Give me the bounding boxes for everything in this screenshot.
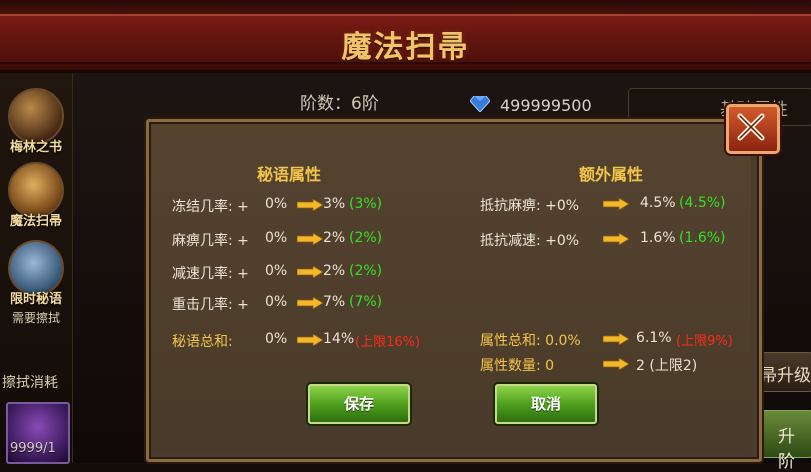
secret-total-new: 14% [323,331,355,347]
sidebar-item-label: 魔法扫帚 [9,214,62,229]
sidebar-item-label: 梅林之书 [9,140,62,155]
extra-row-delta: (4.5%) [679,195,726,211]
secret-row-new: 2% [323,230,346,246]
arrow-right-icon [603,198,629,210]
arrow-right-icon [603,333,629,345]
attribute-dialog-body [151,124,751,451]
secret-row-new: 3% [323,196,346,212]
extra-total-new: 6.1% [636,330,672,346]
arrow-right-icon [297,266,323,278]
secret-row-new: 2% [323,263,346,279]
advance-label: 升阶 [778,427,795,472]
secret-row-label: 减速几率: + [172,266,249,282]
extra-total-label: 属性总和: 0.0% [480,333,581,349]
extra-attr-title: 额外属性 [579,165,644,184]
secret-total-current: 0% [265,331,288,347]
sidebar-item-sublabel: 需要擦拭 [11,311,60,325]
arrow-right-icon [297,199,323,211]
secret-row-current: 0% [265,294,288,310]
extra-row-label: 抵抗麻痹: +0% [480,198,580,214]
close-button[interactable] [726,104,780,154]
secret-attr-title: 秘语属性 [257,165,322,184]
secret-total-cap: (上限16%) [355,335,421,350]
secret-row-delta: (2%) [349,263,383,279]
sidebar-item-limited-secret[interactable]: 限时秘语 需要擦拭 [2,240,70,326]
extra-row-new: 1.6% [640,230,676,246]
secret-row-new: 7% [323,294,346,310]
secret-row-current: 0% [265,263,288,279]
cancel-button[interactable]: 取消 [495,384,597,424]
extra-row-new: 4.5% [640,195,676,211]
extra-count-new: 2 (上限2) [636,358,698,374]
secret-total-label: 秘语总和: [172,334,233,350]
secret-row-label: 麻痹几率: + [172,233,249,249]
arrow-right-icon [297,233,323,245]
diamond-icon [470,96,490,112]
sidebar-item-magic-broom[interactable]: 魔法扫帚 [2,162,70,229]
secret-row-delta: (7%) [349,294,383,310]
extra-total-cap: (上限9%) [676,334,733,349]
save-button[interactable]: 保存 [308,384,410,424]
tier-label: 阶数：6阶 [300,94,379,114]
secret-row-label: 重击几率: + [172,297,249,313]
secret-row-current: 0% [265,230,288,246]
secret-row-label: 冻结几率: + [172,199,249,215]
upgrade-label: 帚升级 [760,366,811,386]
arrow-right-icon [297,297,323,309]
secret-row-current: 0% [265,196,288,212]
page-title: 魔法扫帚 [341,30,470,65]
extra-count-label: 属性数量: 0 [480,358,555,374]
close-icon [737,113,765,141]
extra-row-label: 抵抗减速: +0% [480,233,580,249]
secret-row-delta: (2%) [349,230,383,246]
arrow-right-icon [603,358,629,370]
item-count: 9999/1 [10,441,56,456]
arrow-right-icon [603,233,629,245]
sidebar-item-label: 限时秘语 [9,292,62,307]
arrow-right-icon [297,334,323,346]
consume-label: 擦拭消耗 [2,375,58,391]
secret-row-delta: (3%) [349,196,383,212]
diamond-count: 499999500 [500,96,592,115]
extra-row-delta: (1.6%) [679,230,726,246]
sidebar-item-merlin-book[interactable]: 梅林之书 [2,88,70,155]
